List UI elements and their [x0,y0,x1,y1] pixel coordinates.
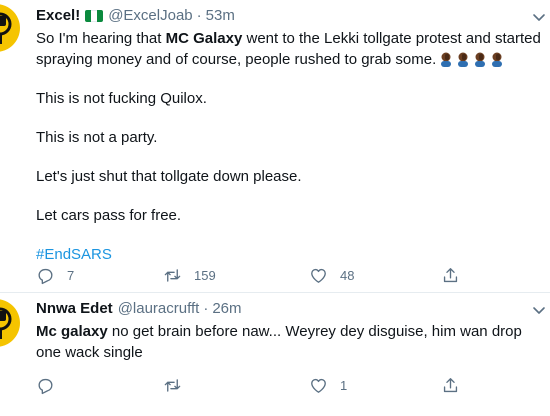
mention-bold: Mc galaxy [36,323,108,340]
tweet[interactable]: Nnwa Edet @lauracrufft · 26m Mc galaxy n… [0,293,550,416]
tweet-actions: 1 [36,375,476,395]
reply-icon [38,268,53,284]
retweet-icon [164,268,181,282]
person-facepalming-emoji-icon [438,51,505,67]
author-name[interactable]: Nnwa Edet [36,300,113,318]
tweet-paragraph: This is not a party. [36,129,158,146]
timestamp[interactable]: 26m [212,300,241,318]
author-name[interactable]: Excel! [36,7,80,25]
heart-icon [311,268,326,283]
tweet-header: Nnwa Edet @lauracrufft · 26m [36,300,242,318]
tweet-paragraph: Mc galaxy no get brain before naw... Wey… [36,323,522,361]
heart-icon [311,378,326,393]
reply-button[interactable]: 7 [36,265,74,285]
avatar[interactable] [0,4,20,52]
tweet-feed: Excel! @ExcelJoab · 53m So I'm hearing t… [0,0,550,416]
tweet[interactable]: Excel! @ExcelJoab · 53m So I'm hearing t… [0,0,550,293]
hashtag-link[interactable]: #EndSARS [36,246,112,263]
author-handle[interactable]: @ExcelJoab [108,7,192,25]
reply-button[interactable] [36,375,67,395]
separator-dot: · [203,300,209,317]
tweet-paragraph: This is not fucking Quilox. [36,90,207,107]
chevron-down-icon[interactable] [530,301,548,319]
share-icon [443,377,458,392]
like-count: 1 [340,377,348,393]
reply-count: 7 [67,267,75,283]
retweet-count: 159 [194,267,216,283]
tweet-paragraph: Let's just shut that tollgate down pleas… [36,168,302,185]
author-handle[interactable]: @lauracrufft [118,300,200,318]
share-button[interactable] [441,265,460,285]
nigeria-flag-icon [85,10,104,22]
timestamp[interactable]: 53m [206,7,235,25]
chevron-down-icon[interactable] [530,8,548,26]
like-button[interactable]: 1 [309,375,347,395]
reply-icon [38,378,53,394]
hashtag-paragraph: #EndSARS [36,244,541,265]
retweet-button[interactable] [163,375,194,395]
fist-logo-icon [0,307,12,339]
share-icon [443,267,458,282]
like-count: 48 [340,267,355,283]
tweet-header: Excel! @ExcelJoab · 53m [36,7,235,25]
retweet-icon [164,378,181,392]
share-button[interactable] [441,375,460,395]
fist-logo-icon [0,12,12,44]
avatar[interactable] [0,299,20,347]
like-button[interactable]: 48 [309,265,354,285]
tweet-text: Mc galaxy no get brain before naw... Wey… [36,321,541,363]
mention-bold: MC Galaxy [165,30,243,47]
tweet-text: So I'm hearing that MC Galaxy went to th… [36,28,541,265]
tweet-paragraph: So I'm hearing that MC Galaxy went to th… [36,30,541,68]
tweet-actions: 7 159 48 [36,265,476,285]
separator-dot: · [196,7,202,24]
retweet-button[interactable]: 159 [163,265,216,285]
tweet-paragraph: Let cars pass for free. [36,207,182,224]
